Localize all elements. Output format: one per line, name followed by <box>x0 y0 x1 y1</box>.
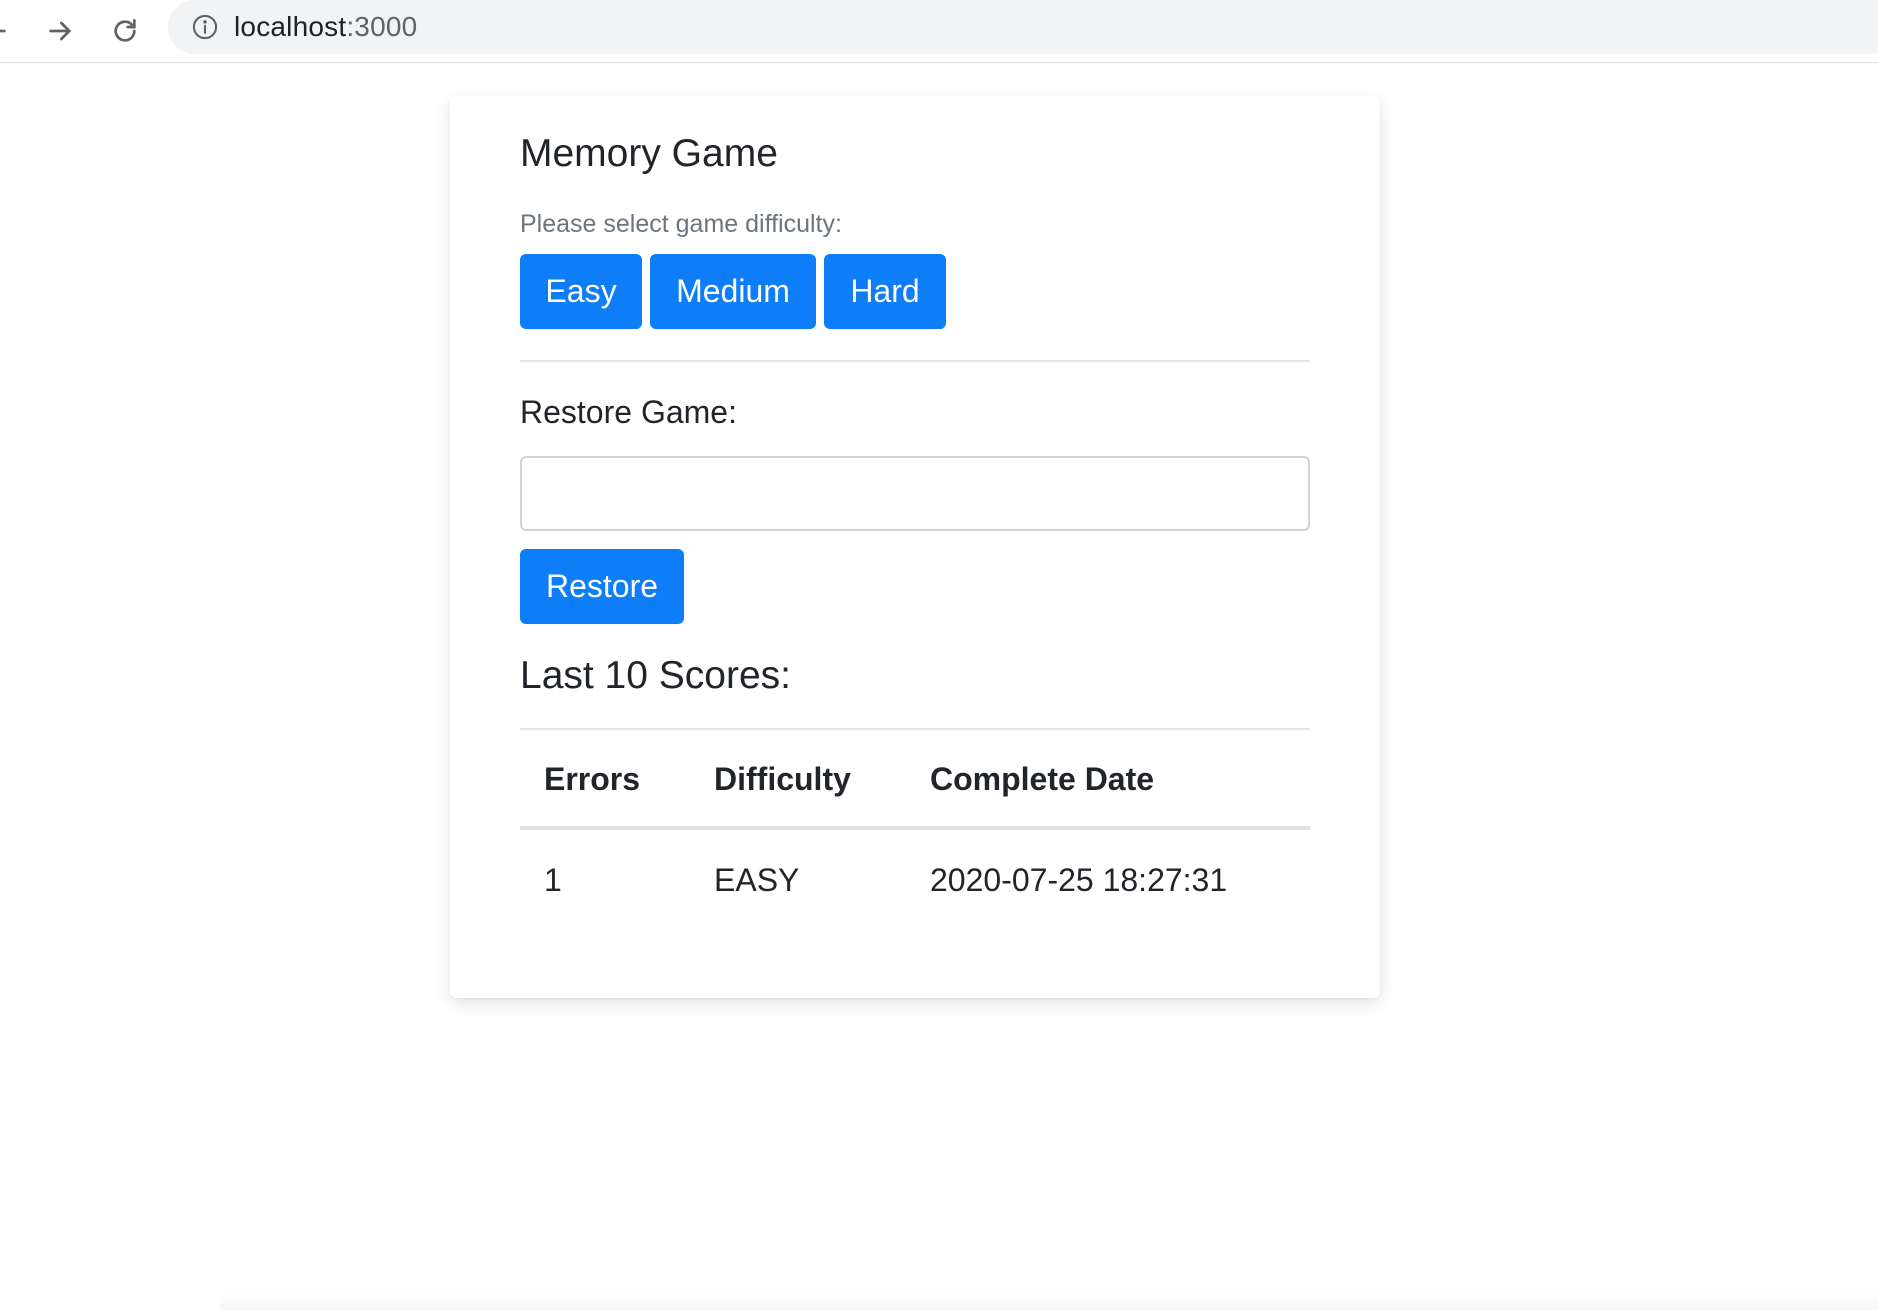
restore-button[interactable]: Restore <box>520 549 684 624</box>
browser-toolbar: localhost:3000 <box>0 0 1878 63</box>
back-button[interactable] <box>0 6 20 56</box>
divider <box>520 360 1310 362</box>
header-complete-date: Complete Date <box>930 761 1155 797</box>
bottom-shadow <box>220 1290 1878 1310</box>
page-title: Memory Game <box>520 132 778 175</box>
table-header-border <box>520 826 1310 830</box>
restore-label: Restore Game: <box>520 394 737 430</box>
url-text: localhost:3000 <box>234 11 417 43</box>
url-host: localhost <box>234 11 347 42</box>
header-errors: Errors <box>544 761 641 797</box>
reload-icon <box>114 19 136 42</box>
cell-difficulty: EASY <box>714 862 800 898</box>
table-top-border <box>520 728 1310 730</box>
cell-errors: 1 <box>544 862 562 898</box>
reload-button[interactable] <box>100 6 150 56</box>
url-port: :3000 <box>346 11 418 42</box>
difficulty-prompt: Please select game difficulty: <box>520 210 842 238</box>
info-icon[interactable] <box>190 12 220 42</box>
header-difficulty: Difficulty <box>714 761 851 797</box>
hard-button[interactable]: Hard <box>824 254 946 329</box>
game-card: Memory Game Please select game difficult… <box>450 96 1380 998</box>
restore-input[interactable] <box>520 456 1310 531</box>
medium-button[interactable]: Medium <box>650 254 816 329</box>
address-bar[interactable]: localhost:3000 <box>168 0 1878 54</box>
forward-button[interactable] <box>35 6 85 56</box>
cell-complete-date: 2020-07-25 18:27:31 <box>930 862 1228 898</box>
scores-title: Last 10 Scores: <box>520 654 791 697</box>
forward-arrow-icon <box>49 21 72 41</box>
back-arrow-icon <box>0 29 6 33</box>
easy-button[interactable]: Easy <box>520 254 642 329</box>
